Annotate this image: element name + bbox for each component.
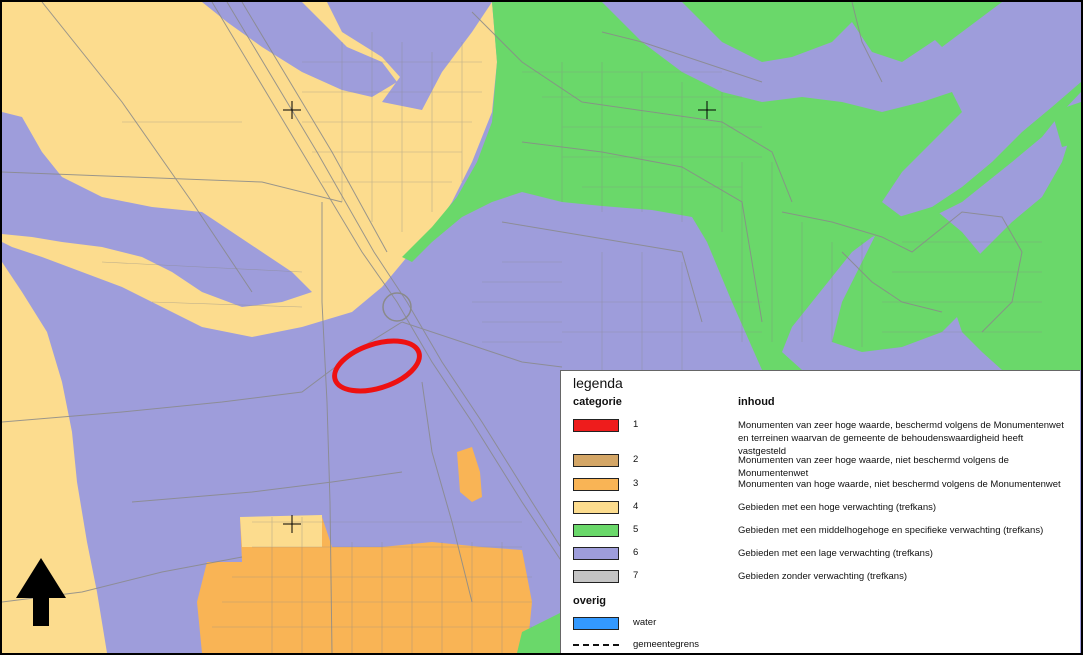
legend-row-5: 5 Gebieden met een middelhogehoge en spe… [573, 521, 1073, 543]
legend-swatch [573, 419, 619, 432]
legend-description: Gebieden met een middelhogehoge en speci… [738, 525, 1044, 536]
legend-panel: legenda categorie inhoud 1 Monumenten va… [560, 370, 1080, 653]
legend-swatch [573, 617, 619, 630]
legend-row-2: 2 Monumenten van zeer hoge waarde, niet … [573, 451, 1073, 479]
legend-swatch [573, 501, 619, 514]
legend-number: 7 [633, 570, 639, 581]
legend-swatch [573, 570, 619, 583]
legend-description: Gebieden met een lage verwachting (trefk… [738, 548, 933, 559]
legend-row-water: water [573, 614, 1073, 636]
legend-swatch [573, 524, 619, 537]
map-frame: legenda categorie inhoud 1 Monumenten va… [0, 0, 1083, 655]
legend-content-header: inhoud [738, 396, 775, 408]
legend-swatch [573, 478, 619, 491]
legend-row-4: 4 Gebieden met een hoge verwachting (tre… [573, 498, 1073, 520]
legend-row-boundary: gemeentegrens [573, 636, 1073, 653]
legend-description: Gebieden zonder verwachting (trefkans) [738, 571, 907, 582]
legend-category-header: categorie [573, 396, 622, 408]
legend-number: 4 [633, 501, 639, 512]
legend-description: Monumenten van hoge waarde, niet bescher… [738, 479, 1061, 490]
legend-swatch [573, 454, 619, 467]
legend-row-7: 7 Gebieden zonder verwachting (trefkans) [573, 567, 1073, 589]
legend-row-3: 3 Monumenten van hoge waarde, niet besch… [573, 475, 1073, 497]
legend-number: 6 [633, 547, 639, 558]
legend-title: legenda [573, 375, 623, 391]
legend-other-label: gemeentegrens [633, 639, 700, 650]
legend-number: 3 [633, 478, 639, 489]
legend-description: Gebieden met een hoge verwachting (trefk… [738, 502, 937, 513]
north-arrow-icon [16, 558, 66, 626]
legend-row-6: 6 Gebieden met een lage verwachting (tre… [573, 544, 1073, 566]
legend-number: 1 [633, 419, 639, 430]
legend-other-label: water [633, 617, 657, 628]
legend-number: 5 [633, 524, 639, 535]
area-category-4-south [240, 515, 322, 547]
municipal-boundary-line-icon [573, 644, 619, 646]
legend-row-1: 1 Monumenten van zeer hoge waarde, besch… [573, 416, 1073, 457]
legend-other-header: overig [573, 595, 607, 607]
legend-number: 2 [633, 454, 639, 465]
legend-swatch [573, 547, 619, 560]
